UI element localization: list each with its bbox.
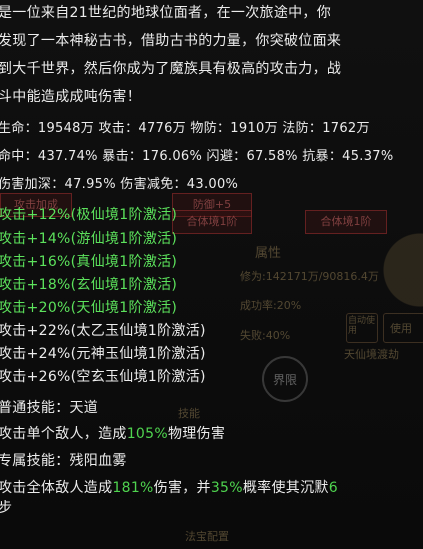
bg-attr-title: 属性	[255, 246, 282, 261]
limit-circle-label: 界限	[272, 372, 297, 387]
bonus-line-3: 攻击+16%(真仙境1阶激活)	[0, 254, 178, 270]
use-label: 使用	[390, 322, 412, 335]
stats-line-3: 伤害加深：47.95% 伤害减免：43.00%	[0, 177, 239, 192]
normal-skill-pct: 105%	[126, 426, 168, 442]
special-skill-desc-mid: 伤害，并	[153, 480, 211, 496]
normal-skill-desc-pre: 攻击单个敌人，造成	[0, 426, 127, 442]
normal-skill-title: 普通技能：天道	[0, 400, 99, 416]
intro-line-3: 到大千世界，然后你成为了魔族具有极高的攻击力，战	[0, 61, 342, 77]
bonus-line-4: 攻击+18%(玄仙境1阶激活)	[0, 277, 178, 293]
stats-line-1: 生命：19548万 攻击：4776万 物防：1910万 法防：1762万	[0, 121, 370, 136]
bonus-line-5: 攻击+20%(天仙境1阶激活)	[0, 300, 178, 316]
special-skill-desc: 攻击全体敌人造成181%伤害，并35%概率使其沉默6	[0, 477, 338, 497]
bg-skill-label: 技能	[178, 407, 200, 420]
special-skill-turns: 6	[328, 480, 338, 496]
intro-line-4: 斗中能造成成吨伤害！	[0, 89, 141, 105]
bonus-line-6: 攻击+22%(太乙玉仙境1阶激活)	[0, 323, 206, 339]
bg-realm-label: 天仙境渡劫	[344, 348, 399, 361]
special-skill-desc-mid2: 概率使其沉默	[242, 480, 329, 496]
bg-tab-3: 合体境1阶	[172, 210, 252, 234]
bg-success-rate: 成功率:20%	[240, 299, 302, 312]
bg-cultivation: 修为:142171万/90816.4万	[240, 270, 379, 283]
bonus-line-1: 攻击+12%(极仙境1阶激活)	[0, 207, 178, 223]
bg-fail-rate: 失败:40%	[240, 329, 291, 342]
stats-line-2: 命中：437.74% 暴击：176.06% 闪避：67.58% 抗暴：45.37…	[0, 149, 394, 164]
bg-treasure-config: 法宝配置	[185, 530, 229, 543]
special-skill-pct1: 181%	[112, 480, 154, 496]
auto-use-label: 自动使用	[348, 316, 376, 336]
normal-skill-desc-post: 物理伤害	[167, 426, 226, 442]
bonus-line-7: 攻击+24%(元神玉仙境1阶激活)	[0, 346, 206, 362]
special-skill-desc-pre: 攻击全体敌人造成	[0, 480, 113, 496]
special-skill-pct2: 35%	[210, 480, 243, 496]
bonus-line-8: 攻击+26%(空玄玉仙境1阶激活)	[0, 369, 206, 385]
intro-line-1: 是一位来自21世纪的地球位面者，在一次旅途中，你	[0, 5, 332, 21]
bg-tab-4: 合体境1阶	[305, 210, 387, 234]
special-skill-title: 专属技能：残阳血雾	[0, 453, 127, 469]
bonus-line-2: 攻击+14%(游仙境1阶激活)	[0, 231, 178, 247]
intro-line-2: 发现了一本神秘古书，借助古书的力量，你突破位面来	[0, 33, 342, 49]
normal-skill-desc: 攻击单个敌人，造成105%物理伤害	[0, 423, 225, 443]
limit-circle-button[interactable]: 界限	[262, 356, 308, 402]
special-skill-desc-end: 步	[0, 500, 13, 516]
